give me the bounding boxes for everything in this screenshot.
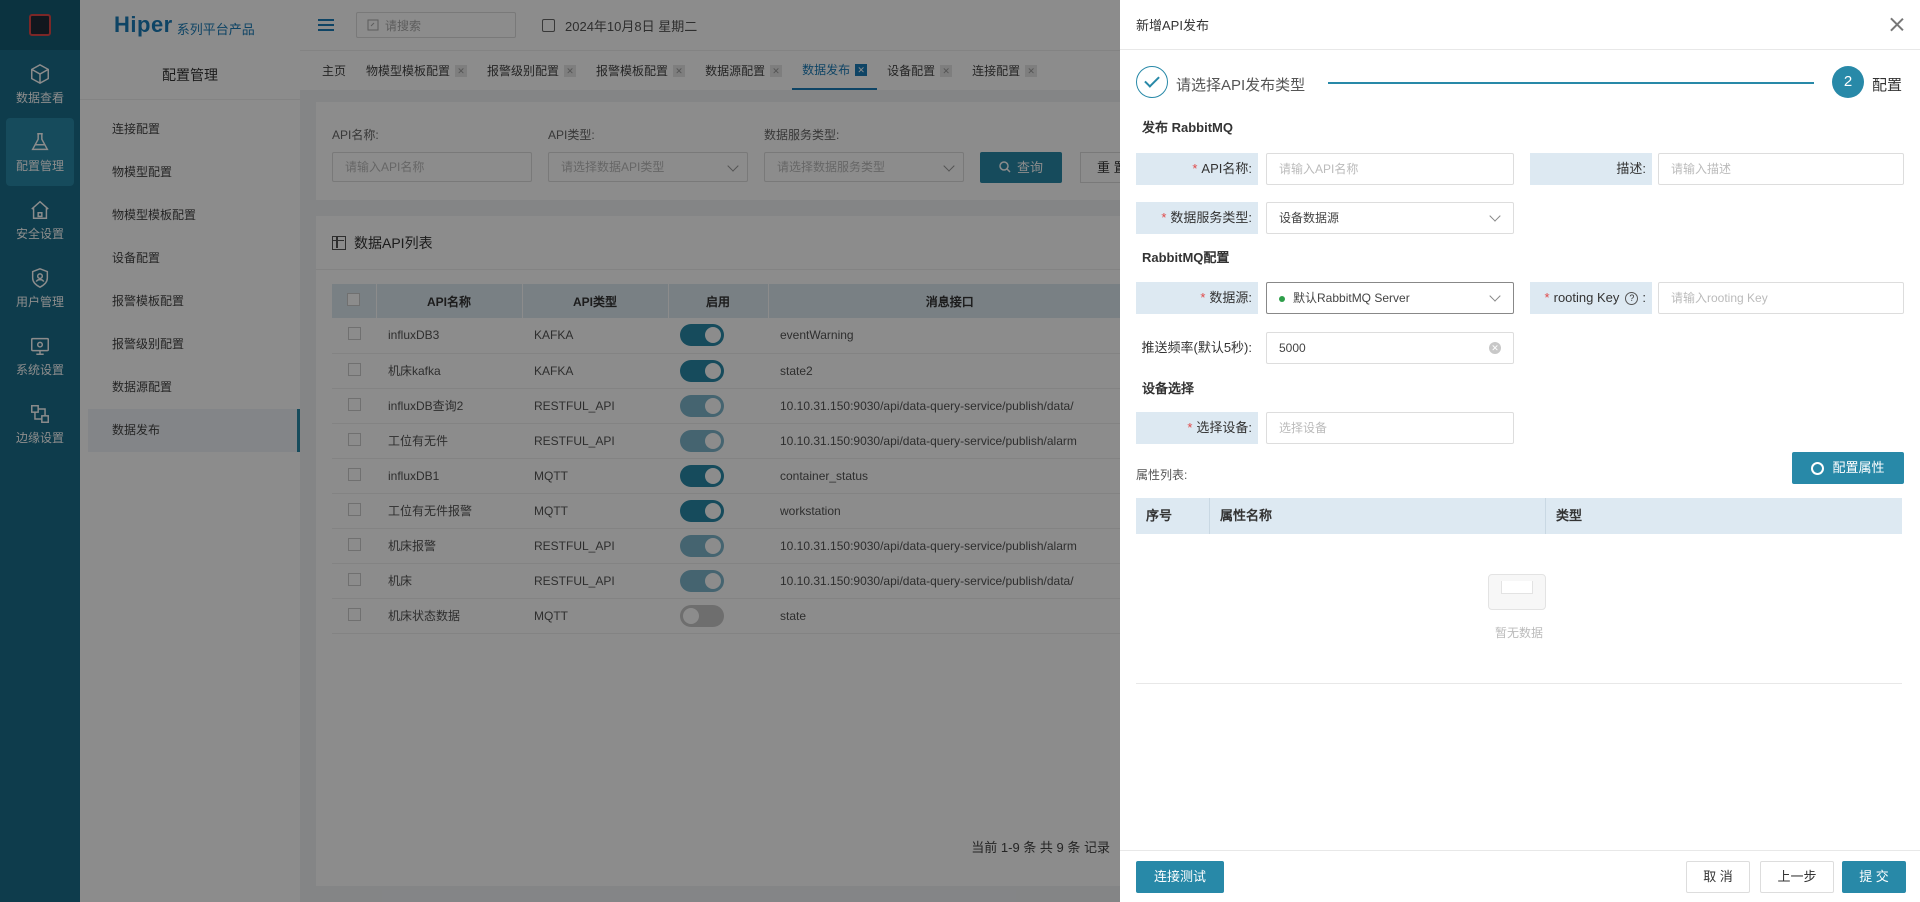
service-type-label: * 数据服务类型: xyxy=(1136,202,1258,234)
col-type: 类型 xyxy=(1556,508,1583,523)
drawer-footer: 连接测试 取 消 上一步 提 交 xyxy=(1120,850,1920,902)
chevron-down-icon xyxy=(1489,210,1501,222)
select-value: 设备数据源 xyxy=(1279,211,1340,225)
push-freq-input[interactable]: 5000 ✕ xyxy=(1266,332,1514,364)
placeholder: 请输入描述 xyxy=(1671,162,1732,176)
placeholder: 请输入API名称 xyxy=(1279,162,1359,176)
drawer-header: 新增API发布 xyxy=(1120,0,1920,50)
modal-overlay[interactable] xyxy=(0,0,1120,902)
prev-step-button[interactable]: 上一步 xyxy=(1760,861,1834,893)
config-attr-button[interactable]: 配置属性 xyxy=(1792,452,1904,484)
step-done-check-icon xyxy=(1136,66,1168,98)
label-text: 数据源: xyxy=(1209,290,1252,305)
placeholder: 请输入rooting Key xyxy=(1671,291,1768,305)
input-value: 5000 xyxy=(1279,341,1306,355)
datasource-label: * 数据源: xyxy=(1136,282,1258,314)
service-type-select[interactable]: 设备数据源 xyxy=(1266,202,1514,234)
label-text: 选择设备: xyxy=(1196,420,1252,435)
chevron-down-icon xyxy=(1489,290,1501,302)
device-label: * 选择设备: xyxy=(1136,412,1258,444)
label-colon: : xyxy=(1642,290,1646,305)
section-publish: 发布 RabbitMQ xyxy=(1142,120,1233,135)
step-connector xyxy=(1328,82,1814,84)
submit-button[interactable]: 提 交 xyxy=(1842,861,1906,893)
push-freq-label: 推送频率(默认5秒): xyxy=(1141,340,1252,355)
attr-table: 序号 属性名称 类型 暂无数据 xyxy=(1136,498,1902,684)
button-label: 配置属性 xyxy=(1832,460,1885,475)
help-icon[interactable]: ? xyxy=(1625,292,1639,306)
col-attr-name: 属性名称 xyxy=(1210,498,1546,534)
attr-table-header: 序号 属性名称 类型 xyxy=(1136,498,1902,534)
clear-icon[interactable]: ✕ xyxy=(1489,342,1501,354)
routing-key-label: * rooting Key?: xyxy=(1530,282,1652,314)
description-label: 描述: xyxy=(1530,153,1652,185)
step2-number: 2 xyxy=(1832,66,1864,98)
cancel-button[interactable]: 取 消 xyxy=(1686,861,1750,893)
routing-key-input[interactable]: 请输入rooting Key xyxy=(1658,282,1904,314)
device-select[interactable]: 选择设备 xyxy=(1266,412,1514,444)
api-name-input[interactable]: 请输入API名称 xyxy=(1266,153,1514,185)
api-name-label: * API名称: xyxy=(1136,153,1258,185)
steps: 请选择API发布类型 2 配置 xyxy=(1136,66,1920,102)
empty-text: 暂无数据 xyxy=(1494,626,1543,640)
drawer-title: 新增API发布 xyxy=(1136,18,1209,33)
step1-label: 请选择API发布类型 xyxy=(1176,77,1306,94)
select-value: 默认RabbitMQ Server xyxy=(1293,291,1410,305)
section-device: 设备选择 xyxy=(1142,381,1195,396)
section-rabbitmq: RabbitMQ配置 xyxy=(1142,250,1230,265)
datasource-select[interactable]: 默认RabbitMQ Server xyxy=(1266,282,1514,314)
gear-icon xyxy=(1811,462,1825,476)
label-text: 数据服务类型: xyxy=(1170,210,1252,225)
description-input[interactable]: 请输入描述 xyxy=(1658,153,1904,185)
step2-label: 配置 xyxy=(1872,77,1903,94)
col-index: 序号 xyxy=(1136,498,1210,534)
status-dot xyxy=(1279,295,1285,302)
connection-test-button[interactable]: 连接测试 xyxy=(1136,861,1224,893)
close-icon[interactable] xyxy=(1890,17,1904,31)
placeholder: 选择设备 xyxy=(1279,421,1328,435)
label-text: API名称: xyxy=(1201,161,1252,176)
new-api-drawer: 新增API发布 请选择API发布类型 2 配置 发布 RabbitMQ * API… xyxy=(1120,0,1920,902)
attr-list-label: 属性列表: xyxy=(1136,468,1188,482)
empty-inbox-icon xyxy=(1488,574,1546,610)
label-text: rooting Key xyxy=(1553,290,1620,305)
empty-state: 暂无数据 xyxy=(1136,534,1902,684)
